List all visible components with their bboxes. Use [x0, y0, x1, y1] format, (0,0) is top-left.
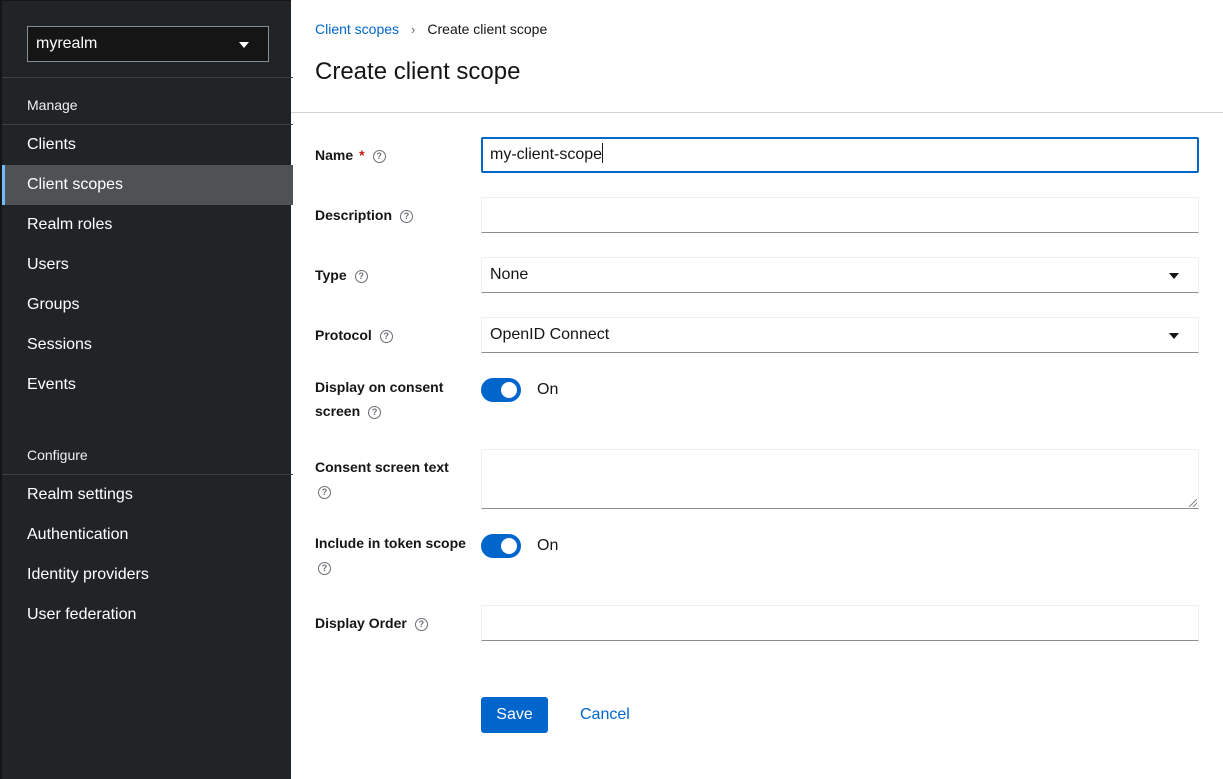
nav-item-client-scopes[interactable]: Client scopes	[2, 165, 293, 205]
nav-item-groups[interactable]: Groups	[2, 285, 293, 325]
help-icon[interactable]: ?	[318, 562, 331, 575]
toggle-track[interactable]	[481, 534, 521, 558]
type-select[interactable]: None	[481, 257, 1199, 293]
description-label: Description?	[315, 203, 465, 227]
help-icon[interactable]: ?	[414, 618, 428, 631]
nav-item-user-federation[interactable]: User federation	[2, 595, 293, 635]
required-indicator: *	[359, 147, 365, 163]
main-content: Client scopes › Create client scope Crea…	[291, 0, 1223, 779]
toggle-knob	[501, 382, 517, 398]
nav-item-events[interactable]: Events	[2, 365, 293, 405]
sidebar: myrealm Manage Clients Client scopes Rea…	[0, 0, 293, 779]
toggle-track[interactable]	[481, 378, 521, 402]
nav-item-users[interactable]: Users	[2, 245, 293, 285]
breadcrumb-client-scopes-link[interactable]: Client scopes	[315, 21, 399, 37]
name-label: Name *?	[315, 143, 465, 167]
save-button[interactable]: Save	[481, 697, 548, 733]
nav-item-sessions[interactable]: Sessions	[2, 325, 293, 365]
section-title-configure: Configure	[27, 447, 88, 463]
caret-down-icon	[1169, 333, 1179, 339]
display-order-label: Display Order?	[315, 611, 465, 635]
toggle-state-label: On	[537, 537, 559, 554]
consent-screen-text-textarea[interactable]	[481, 449, 1199, 509]
caret-down-icon	[239, 42, 249, 48]
help-icon[interactable]: ?	[354, 270, 368, 283]
help-icon[interactable]: ?	[318, 486, 331, 499]
help-icon[interactable]: ?	[372, 150, 386, 163]
description-input[interactable]	[481, 197, 1199, 233]
resize-handle[interactable]	[1189, 499, 1197, 507]
name-input[interactable]: my-client-scope	[481, 137, 1199, 173]
header-divider	[291, 112, 1223, 113]
section-title-manage: Manage	[27, 97, 78, 113]
nav-item-clients[interactable]: Clients	[2, 125, 293, 165]
include-in-token-scope-label: Include in token scope ?	[315, 535, 466, 575]
protocol-label: Protocol?	[315, 323, 465, 347]
realm-selector[interactable]: myrealm	[27, 26, 269, 62]
protocol-select[interactable]: OpenID Connect	[481, 317, 1199, 353]
nav-item-realm-settings[interactable]: Realm settings	[2, 475, 293, 515]
nav-item-authentication[interactable]: Authentication	[2, 515, 293, 555]
toggle-state-label: On	[537, 381, 559, 398]
include-in-token-scope-toggle[interactable]: On	[481, 534, 558, 558]
chevron-right-icon: ›	[411, 21, 416, 37]
display-on-consent-toggle[interactable]: On	[481, 378, 558, 402]
text-cursor	[602, 143, 604, 163]
divider	[2, 77, 293, 78]
caret-down-icon	[1169, 273, 1179, 279]
type-label: Type?	[315, 263, 465, 287]
breadcrumb-current: Create client scope	[427, 21, 548, 37]
toggle-knob	[501, 538, 517, 554]
help-icon[interactable]: ?	[379, 330, 393, 343]
page-title: Create client scope	[315, 58, 521, 85]
nav-item-identity-providers[interactable]: Identity providers	[2, 555, 293, 595]
realm-name: myrealm	[36, 35, 98, 52]
help-icon[interactable]: ?	[400, 210, 414, 223]
display-order-input[interactable]	[481, 605, 1199, 641]
nav-item-realm-roles[interactable]: Realm roles	[2, 205, 293, 245]
breadcrumb: Client scopes › Create client scope	[315, 21, 547, 37]
display-on-consent-label: Display on consent screen?	[315, 379, 444, 419]
cancel-button[interactable]: Cancel	[580, 697, 630, 733]
consent-screen-text-label: Consent screen text ?	[315, 459, 449, 499]
help-icon[interactable]: ?	[368, 406, 382, 419]
